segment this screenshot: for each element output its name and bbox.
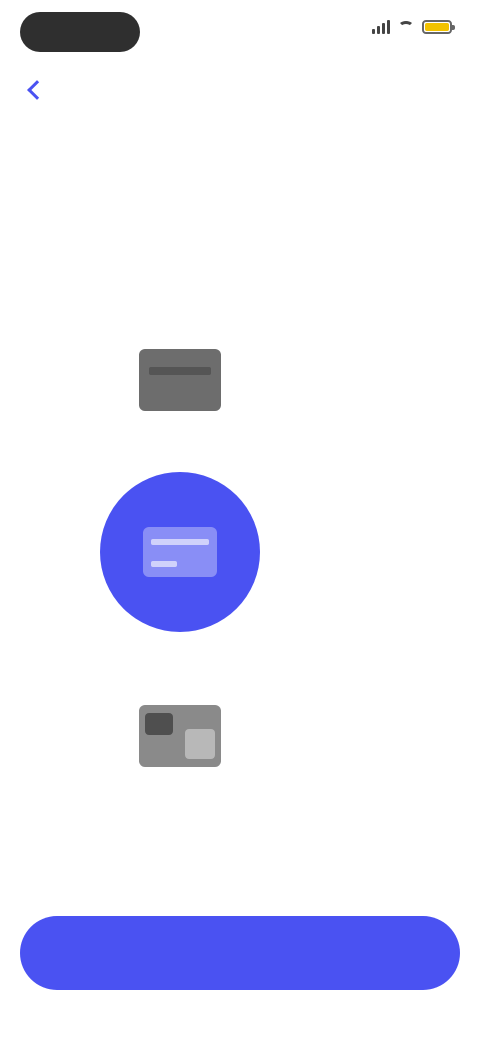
option-icon-wrap (100, 300, 260, 460)
card-icon (139, 349, 221, 411)
payment-method-screen (0, 0, 480, 1040)
option-icon-wrap (100, 656, 260, 816)
back-button[interactable] (24, 74, 456, 106)
bank-icon (143, 527, 217, 577)
status-time (20, 12, 140, 52)
payment-option-bank[interactable] (0, 472, 480, 632)
wifi-icon (398, 21, 414, 33)
status-bar (0, 0, 480, 64)
wallet-icon (139, 705, 221, 767)
battery-level (425, 23, 449, 31)
signal-icon (372, 20, 390, 34)
continue-button[interactable] (20, 916, 460, 990)
status-icons (372, 20, 455, 34)
battery-icon (422, 20, 455, 34)
payment-option-card[interactable] (0, 300, 480, 460)
payment-option-wallet[interactable] (0, 656, 480, 816)
option-icon-wrap-selected (100, 472, 260, 632)
chevron-left-icon (27, 80, 47, 100)
